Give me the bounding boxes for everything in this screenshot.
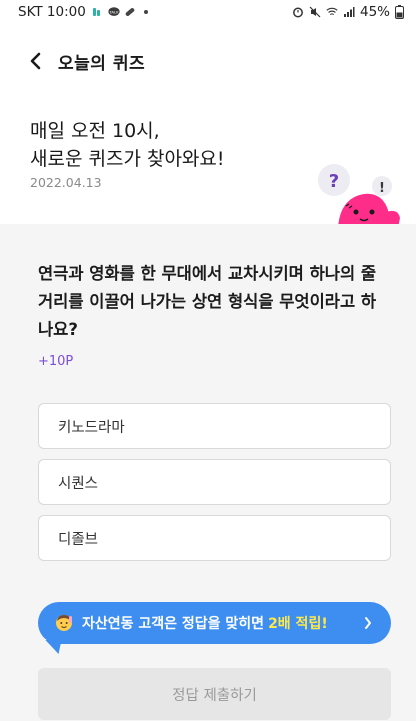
- pill-icon: [125, 8, 135, 16]
- app-header: 오늘의 퀴즈: [0, 40, 416, 82]
- answer-option-label: 디졸브: [58, 531, 99, 548]
- battery-icon: [395, 5, 404, 19]
- submit-answer-button[interactable]: 정답 제출하기: [38, 668, 391, 720]
- quiz-area: 연극과 영화를 한 무대에서 교차시키며 하나의 줄거리를 이끌어 나가는 상연…: [0, 224, 416, 721]
- quiz-date: 2022.04.13: [30, 175, 102, 190]
- svg-text:TALK: TALK: [108, 9, 119, 14]
- chevron-right-icon: [365, 617, 371, 629]
- quiz-question: 연극과 영화를 한 무대에서 교차시키며 하나의 줄거리를 이끌어 나가는 상연…: [38, 264, 377, 339]
- promo-text: 자산연동 고객은 정답을 맞히면: [82, 616, 265, 632]
- hero-title: 매일 오전 10시, 새로운 퀴즈가 찾아와요!: [30, 120, 225, 170]
- battery-percent: 45%: [359, 4, 390, 20]
- answer-option-1[interactable]: 키노드라마: [38, 403, 391, 449]
- submit-label: 정답 제출하기: [172, 687, 257, 704]
- tape-icon: [92, 8, 100, 16]
- mascot-illustration: ? !: [318, 164, 400, 228]
- points-badge: +10P: [38, 354, 74, 369]
- hero-section: 매일 오전 10시, 새로운 퀴즈가 찾아와요! 2022.04.13 ? !: [0, 100, 416, 228]
- wifi-icon: [326, 7, 338, 16]
- double-points-promo[interactable]: 자산연동 고객은 정답을 맞히면 2배 적립!: [38, 602, 391, 644]
- answer-option-3[interactable]: 디졸브: [38, 515, 391, 561]
- chevron-left-icon: [30, 52, 41, 70]
- page-title: 오늘의 퀴즈: [58, 53, 146, 74]
- raising-hand-icon: [56, 615, 72, 631]
- talk-icon: TALK: [108, 7, 120, 16]
- answer-option-label: 키노드라마: [58, 419, 125, 436]
- status-bar: SKT 10:00 TALK 45%: [0, 0, 416, 24]
- carrier-time: SKT 10:00: [18, 4, 86, 20]
- back-button[interactable]: [24, 50, 46, 72]
- mascot-exclamation-mark: !: [379, 181, 385, 196]
- answer-option-2[interactable]: 시퀀스: [38, 459, 391, 505]
- promo-highlight: 2배 적립!: [268, 616, 328, 632]
- answer-option-label: 시퀀스: [58, 475, 99, 492]
- mascot-question-mark: ?: [329, 171, 339, 192]
- mute-icon: [309, 6, 321, 18]
- alarm-icon: [293, 7, 303, 18]
- dot-icon: [143, 10, 148, 14]
- signal-icon: [343, 7, 355, 17]
